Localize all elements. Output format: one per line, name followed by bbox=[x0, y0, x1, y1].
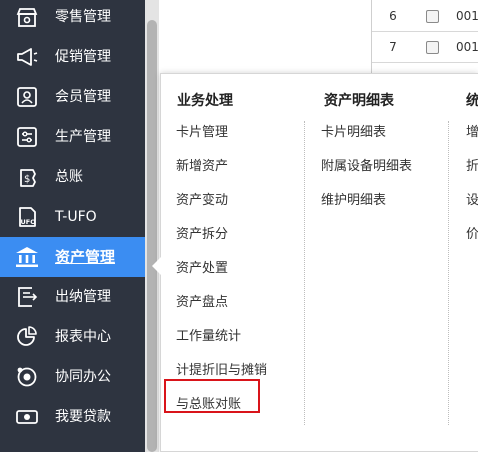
table-row[interactable]: 7 001 bbox=[372, 31, 478, 63]
sidebar-item-label: 协同办公 bbox=[55, 369, 111, 385]
menu-item-add-asset[interactable]: 新增资产 bbox=[176, 157, 228, 177]
sidebar-item-label: 出纳管理 bbox=[55, 289, 111, 305]
cashier-icon bbox=[14, 285, 40, 309]
svg-text:UFO: UFO bbox=[21, 218, 37, 226]
megaphone-icon bbox=[14, 45, 40, 69]
production-icon bbox=[14, 125, 40, 149]
menu-item-statistics-2[interactable]: 折 bbox=[466, 157, 478, 177]
sidebar-item-label: 我要贷款 bbox=[55, 409, 111, 425]
sidebar-item-label: T-UFO bbox=[55, 209, 97, 225]
sidebar-item-ledger[interactable]: $ 总账 bbox=[0, 157, 145, 197]
menu-item-card-detail[interactable]: 卡片明细表 bbox=[321, 123, 386, 143]
sidebar-item-promotion[interactable]: 促销管理 bbox=[0, 37, 145, 77]
column-divider bbox=[304, 121, 305, 425]
menu-item-maintenance-detail[interactable]: 维护明细表 bbox=[321, 191, 386, 211]
sidebar-item-asset-management[interactable]: 资产管理 bbox=[0, 237, 145, 277]
column-header-business: 业务处理 bbox=[177, 93, 233, 109]
sidebar-item-label: 会员管理 bbox=[55, 89, 111, 105]
sidebar-item-member[interactable]: 会员管理 bbox=[0, 77, 145, 117]
column-header-statistics: 统 bbox=[466, 93, 478, 109]
table-row[interactable]: 6 001 bbox=[372, 0, 478, 32]
menu-item-accessory-detail[interactable]: 附属设备明细表 bbox=[321, 157, 412, 177]
menu-item-statistics-4[interactable]: 价 bbox=[466, 225, 478, 245]
sidebar-item-report-center[interactable]: 报表中心 bbox=[0, 317, 145, 357]
sidebar-item-retail[interactable]: 零售管理 bbox=[0, 0, 145, 37]
report-pie-icon bbox=[14, 325, 40, 349]
member-card-icon bbox=[14, 85, 40, 109]
menu-item-asset-inventory[interactable]: 资产盘点 bbox=[176, 293, 228, 313]
loan-icon bbox=[14, 405, 40, 429]
row-code: 001 bbox=[456, 9, 478, 23]
sidebar-item-label: 报表中心 bbox=[55, 329, 111, 345]
sidebar-item-loan[interactable]: 我要贷款 bbox=[0, 397, 145, 437]
sidebar-item-collaboration[interactable]: 协同办公 bbox=[0, 357, 145, 397]
sidebar-item-label: 零售管理 bbox=[55, 9, 111, 25]
svg-text:$: $ bbox=[24, 174, 30, 185]
sidebar-scrollbar-thumb[interactable] bbox=[147, 20, 157, 452]
sidebar-item-cashier[interactable]: 出纳管理 bbox=[0, 277, 145, 317]
shop-icon bbox=[14, 5, 40, 29]
sidebar-item-label: 总账 bbox=[55, 169, 83, 185]
menu-item-statistics-3[interactable]: 设 bbox=[466, 191, 478, 211]
column-header-asset-detail: 资产明细表 bbox=[324, 93, 394, 109]
collab-icon bbox=[14, 365, 40, 389]
ledger-icon: $ bbox=[14, 165, 40, 189]
sidebar-item-tufo[interactable]: UFO T-UFO bbox=[0, 197, 145, 237]
sidebar-nav: 零售管理 促销管理 会员管理 生产管理 $ 总账 UFO T-UFO 资产管理 … bbox=[0, 0, 145, 452]
menu-item-asset-split[interactable]: 资产拆分 bbox=[176, 225, 228, 245]
sidebar-item-production[interactable]: 生产管理 bbox=[0, 117, 145, 157]
menu-item-asset-disposal[interactable]: 资产处置 bbox=[176, 259, 228, 279]
row-number: 7 bbox=[389, 40, 397, 54]
sidebar-item-label: 资产管理 bbox=[55, 248, 116, 266]
bank-icon bbox=[14, 245, 40, 269]
sidebar-item-label: 促销管理 bbox=[55, 49, 111, 65]
menu-item-statistics-1[interactable]: 增 bbox=[466, 123, 478, 143]
ufo-icon: UFO bbox=[14, 205, 40, 229]
row-checkbox[interactable] bbox=[426, 10, 439, 23]
row-code: 001 bbox=[456, 40, 478, 54]
menu-item-card-management[interactable]: 卡片管理 bbox=[176, 123, 228, 143]
row-number: 6 bbox=[389, 9, 397, 23]
menu-item-depreciation[interactable]: 计提折旧与摊销 bbox=[176, 361, 267, 381]
highlight-annotation-box bbox=[164, 379, 260, 413]
sidebar-item-label: 生产管理 bbox=[55, 129, 111, 145]
menu-item-asset-change[interactable]: 资产变动 bbox=[176, 191, 228, 211]
menu-item-workload-statistics[interactable]: 工作量统计 bbox=[176, 327, 241, 347]
column-divider bbox=[448, 121, 449, 425]
row-checkbox[interactable] bbox=[426, 41, 439, 54]
active-item-pointer bbox=[152, 257, 161, 275]
